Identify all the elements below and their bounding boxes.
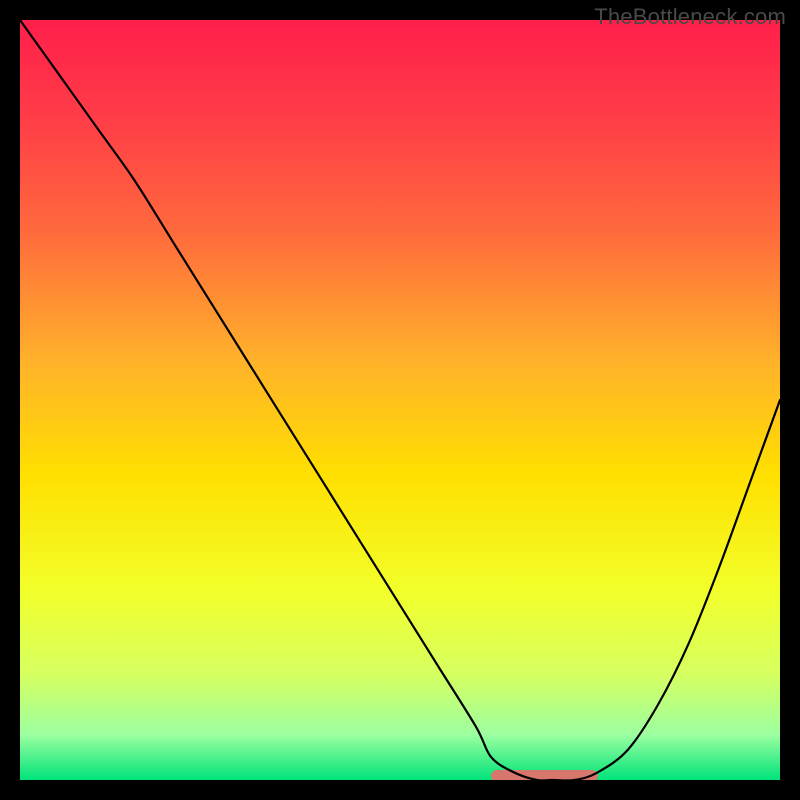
chart-frame: TheBottleneck.com: [0, 0, 800, 800]
watermark-text: TheBottleneck.com: [594, 4, 786, 30]
plot-area: [20, 20, 780, 780]
bottleneck-curve: [20, 20, 780, 780]
